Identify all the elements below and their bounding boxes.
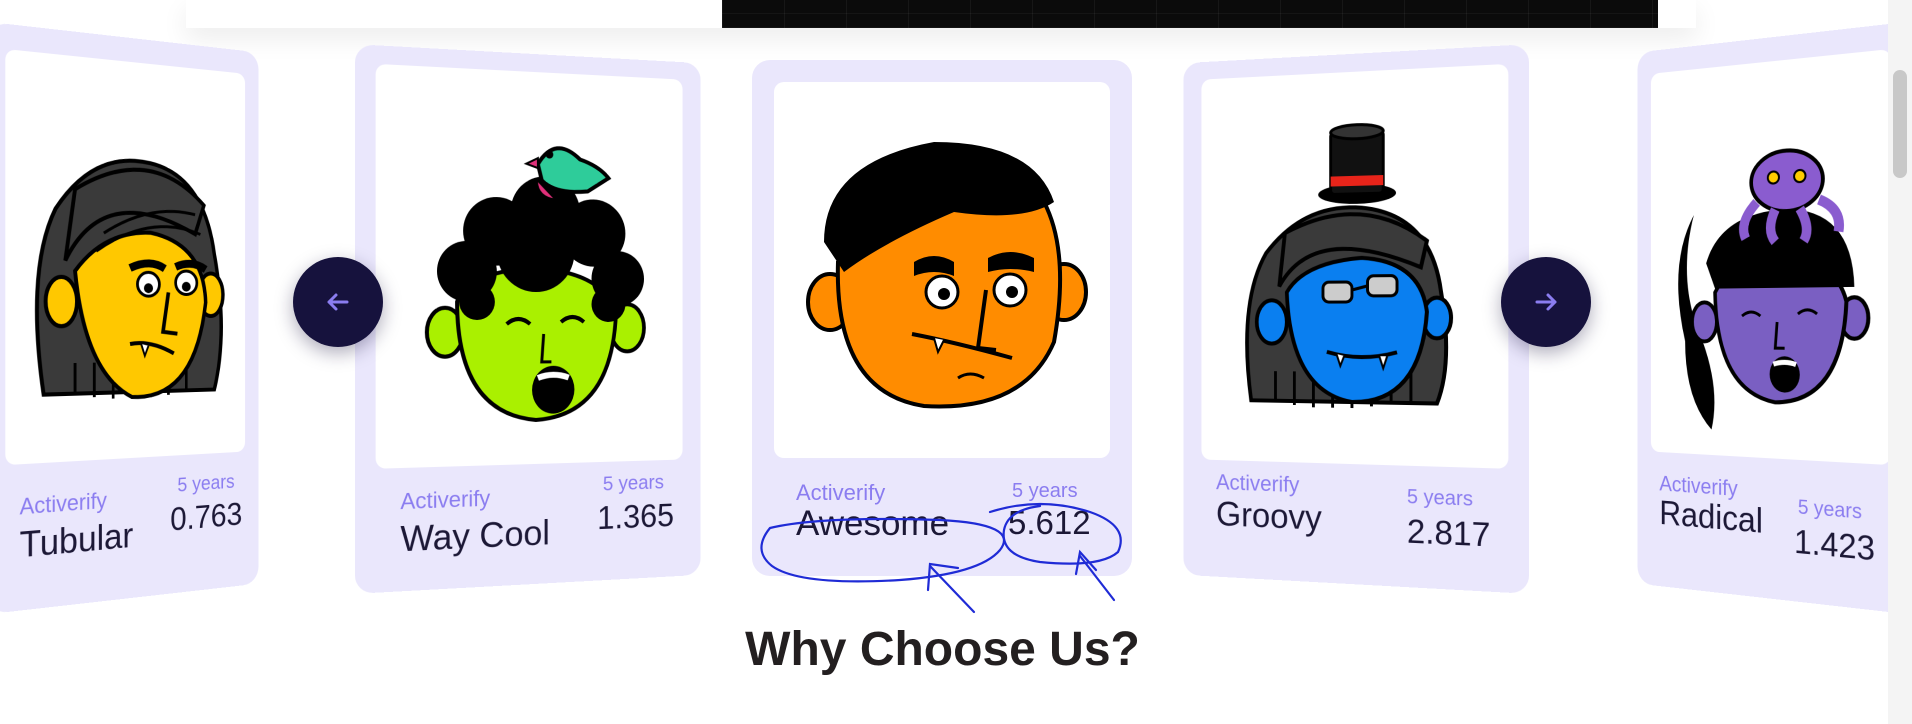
carousel-prev-button[interactable] [293, 257, 383, 347]
arrow-right-icon [1535, 293, 1557, 311]
card-value: 5.612 [1008, 504, 1091, 541]
nft-card-way-cool[interactable]: Activerify Way Cool 5 years 1.365 [354, 44, 701, 594]
hero-video[interactable] [722, 0, 1658, 28]
nft-card-groovy[interactable]: Activerify Groovy 5 years 2.817 [1183, 44, 1530, 594]
card-years: 5 years [1797, 496, 1862, 524]
page-scrollbar-thumb[interactable] [1893, 70, 1907, 178]
card-name: Tubular [19, 515, 134, 566]
arrow-left-icon [327, 293, 349, 311]
card-years: 5 years [602, 471, 664, 496]
nft-image [5, 49, 246, 466]
card-brand: Activerify [19, 487, 107, 520]
nft-image [375, 63, 683, 469]
carousel-next-button[interactable] [1501, 257, 1591, 347]
nft-card-awesome[interactable]: Activerify Awesome 5 years 5.612 [752, 60, 1132, 576]
card-value: 1.365 [597, 496, 674, 537]
nft-card-tubular[interactable]: Activerify Tubular 5 years 0.763 [0, 21, 259, 615]
nft-image [1201, 63, 1509, 469]
card-name: Radical [1659, 494, 1763, 541]
card-value: 1.423 [1794, 522, 1876, 568]
card-years: 5 years [1012, 480, 1078, 502]
card-brand: Activerify [400, 485, 491, 515]
card-name: Groovy [1216, 494, 1322, 538]
section-title: Why Choose Us? [745, 623, 1140, 676]
card-value: 0.763 [170, 495, 243, 538]
card-name: Way Cool [400, 513, 550, 560]
card-brand: Activerify [1216, 469, 1300, 498]
nft-image [774, 82, 1110, 458]
card-brand: Activerify [796, 480, 886, 505]
nft-image [1650, 49, 1891, 466]
nft-card-radical[interactable]: Activerify Radical 5 years 1.423 [1637, 21, 1908, 615]
card-name: Awesome [796, 504, 950, 543]
card-value: 2.817 [1406, 512, 1491, 554]
card-years: 5 years [1406, 485, 1473, 511]
card-years: 5 years [177, 471, 235, 497]
